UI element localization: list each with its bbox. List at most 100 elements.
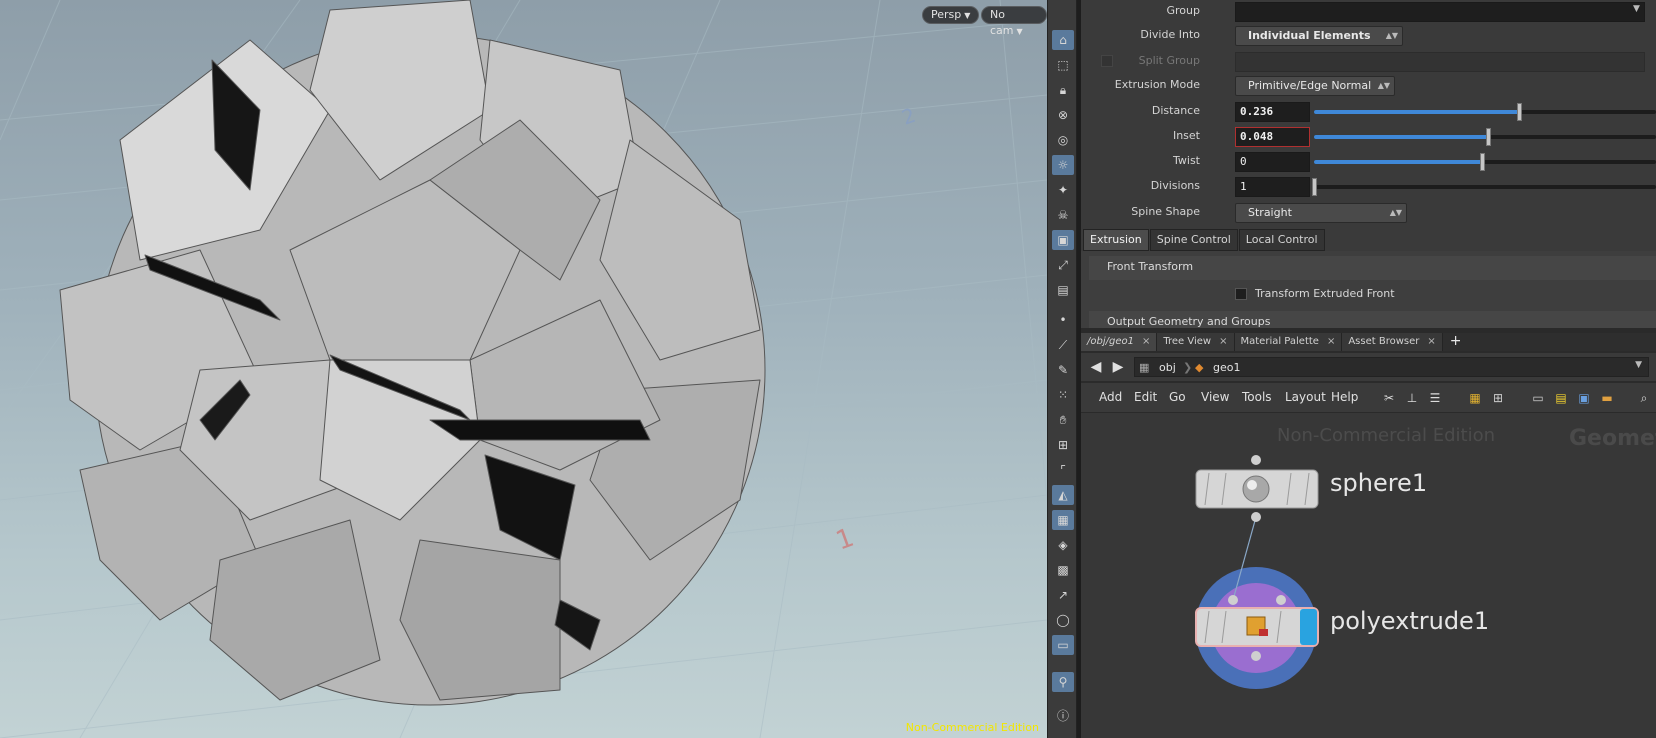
divide-into-menu[interactable]: Individual Elements ▲▼ [1235, 26, 1403, 46]
tab-asset-browser[interactable]: Asset Browser × [1342, 333, 1443, 351]
menu-edit[interactable]: Edit [1134, 390, 1157, 404]
breadcrumb-obj[interactable]: obj [1159, 359, 1176, 377]
light-icon[interactable]: ☼ [1052, 155, 1074, 175]
view-icon[interactable]: ⌂ [1052, 30, 1074, 50]
split-group-input[interactable] [1235, 52, 1645, 72]
split-group-checkbox[interactable] [1101, 55, 1113, 67]
brush-icon[interactable]: ⟋ [1052, 335, 1074, 355]
camera-menu[interactable]: No cam ▼ [981, 6, 1047, 37]
search-icon[interactable]: ⌕ [1636, 390, 1652, 406]
breadcrumb-geo1[interactable]: geo1 [1213, 359, 1240, 377]
node-label-polyextrude1[interactable]: polyextrude1 [1330, 607, 1489, 635]
twist-slider-track[interactable] [1314, 160, 1656, 164]
close-icon[interactable]: × [1219, 336, 1227, 347]
add-tab-icon[interactable]: + [1443, 333, 1469, 351]
close-icon[interactable]: × [1327, 336, 1335, 347]
tab-network-geo1[interactable]: /obj/geo1 × [1081, 333, 1158, 351]
snap-icon[interactable]: ⊗ [1052, 105, 1074, 125]
camera-icon[interactable]: ▣ [1052, 230, 1074, 250]
menu-layout[interactable]: Layout [1285, 390, 1326, 404]
circle-icon[interactable]: ◯ [1052, 610, 1074, 630]
asset-icon[interactable]: ▬ [1599, 390, 1615, 406]
tab-label: Material Palette [1240, 336, 1319, 347]
slider-fill [1314, 160, 1482, 164]
param-spine-shape: Spine Shape Straight ▲▼ [1081, 201, 1656, 223]
handle-icon[interactable]: ⤢ [1052, 255, 1074, 275]
vector-icon[interactable]: ↗ [1052, 585, 1074, 605]
chevron-down-icon[interactable]: ▼ [1633, 4, 1640, 14]
image-icon[interactable]: ▭ [1052, 635, 1074, 655]
param-label: Twist [1173, 154, 1200, 167]
uv-icon[interactable]: ◈ [1052, 535, 1074, 555]
tab-local-control[interactable]: Local Control [1238, 229, 1325, 251]
inset-slider-handle[interactable] [1486, 128, 1492, 146]
network-box-icon[interactable]: ▭ [1530, 390, 1546, 406]
lock-icon[interactable]: 🔒︎ [1052, 80, 1074, 100]
inset-slider-track[interactable] [1314, 135, 1656, 139]
sculpt-icon[interactable]: ◭ [1052, 485, 1074, 505]
pane-tab-bar: /obj/geo1 × Tree View × Material Palette × … [1081, 333, 1656, 351]
list-icon[interactable]: ☰ [1427, 390, 1443, 406]
param-label: Extrusion Mode [1114, 78, 1200, 91]
twist-field[interactable]: 0 [1235, 152, 1310, 172]
menu-view[interactable]: View [1201, 390, 1229, 404]
corner-icon[interactable]: ⌜ [1052, 460, 1074, 480]
param-group: Group ▼ [1081, 0, 1656, 22]
pin-icon[interactable]: ⚲ [1052, 672, 1074, 692]
shape-palette-icon[interactable]: ⊞ [1490, 390, 1506, 406]
select-icon[interactable]: ⬚ [1052, 55, 1074, 75]
extrusion-mode-menu[interactable]: Primitive/Edge Normal ▲▼ [1235, 76, 1395, 96]
tab-material-palette[interactable]: Material Palette × [1234, 333, 1343, 351]
tab-tree-view[interactable]: Tree View × [1157, 333, 1235, 351]
chevron-down-icon: ▼ [964, 11, 971, 20]
view-menu[interactable]: Persp ▼ [922, 6, 980, 24]
close-icon[interactable]: × [1142, 336, 1150, 347]
divisions-slider-track[interactable] [1314, 185, 1656, 189]
menu-help[interactable]: Help [1331, 390, 1358, 404]
number-icon[interactable]: ⁙ [1052, 385, 1074, 405]
inset-field[interactable]: 0.048 [1235, 127, 1310, 147]
tree-layout-icon[interactable]: ⊥ [1404, 390, 1420, 406]
network-editor[interactable]: Non-Commercial Edition Geometry [1081, 413, 1656, 738]
chevron-down-icon[interactable]: ▼ [1635, 360, 1642, 370]
spine-shape-menu[interactable]: Straight ▲▼ [1235, 203, 1407, 223]
tab-extrusion[interactable]: Extrusion [1083, 229, 1149, 251]
point-icon[interactable]: • [1052, 310, 1074, 330]
chevron-updown-icon: ▲▼ [1385, 31, 1398, 40]
node-label-sphere1[interactable]: sphere1 [1330, 469, 1427, 497]
back-arrow-icon[interactable]: ◀ [1087, 358, 1105, 376]
info-icon[interactable]: ⓘ [1052, 705, 1074, 725]
menu-value: Primitive/Edge Normal [1248, 79, 1372, 92]
sticky-note-icon[interactable]: ▤ [1553, 390, 1569, 406]
front-transform-folder[interactable]: Front Transform [1089, 256, 1656, 280]
forward-arrow-icon[interactable]: ▶ [1109, 358, 1127, 376]
pen-icon[interactable]: ✎ [1052, 360, 1074, 380]
texture-icon[interactable]: ▦ [1052, 510, 1074, 530]
skull-icon[interactable]: ☠ [1052, 205, 1074, 225]
tab-spine-control[interactable]: Spine Control [1149, 229, 1238, 251]
menu-go[interactable]: Go [1169, 390, 1186, 404]
menu-tools[interactable]: Tools [1242, 390, 1272, 404]
distance-field[interactable]: 0.236 [1235, 102, 1310, 122]
divisions-slider-handle[interactable] [1312, 178, 1317, 196]
color-palette-icon[interactable]: ▦ [1467, 390, 1483, 406]
scene-viewport[interactable]: 1 2 Persp ▼ No cam ▼ Non-Commercial Edit… [0, 0, 1047, 738]
twist-slider-handle[interactable] [1479, 153, 1485, 171]
close-icon[interactable]: × [1427, 336, 1435, 347]
view-menu-label: Persp [931, 8, 962, 21]
map-icon[interactable]: ▩ [1052, 560, 1074, 580]
viewport-scene: 1 2 [0, 0, 1047, 738]
transform-front-checkbox[interactable] [1235, 288, 1247, 300]
wrench-icon[interactable]: ✂ [1381, 390, 1397, 406]
divisions-field[interactable]: 1 [1235, 177, 1310, 197]
grid-number-icon[interactable]: ⊞ [1052, 435, 1074, 455]
background-image-icon[interactable]: ▣ [1576, 390, 1592, 406]
bulb-icon[interactable]: ✦ [1052, 180, 1074, 200]
display-icon[interactable]: ◎ [1052, 130, 1074, 150]
distance-slider-track[interactable] [1314, 110, 1656, 114]
menu-add[interactable]: Add [1099, 390, 1122, 404]
group-input[interactable] [1235, 2, 1645, 22]
distance-slider-handle[interactable] [1517, 103, 1523, 121]
render-icon[interactable]: ▤ [1052, 280, 1074, 300]
hand-icon[interactable]: ✋︎ [1052, 410, 1074, 430]
